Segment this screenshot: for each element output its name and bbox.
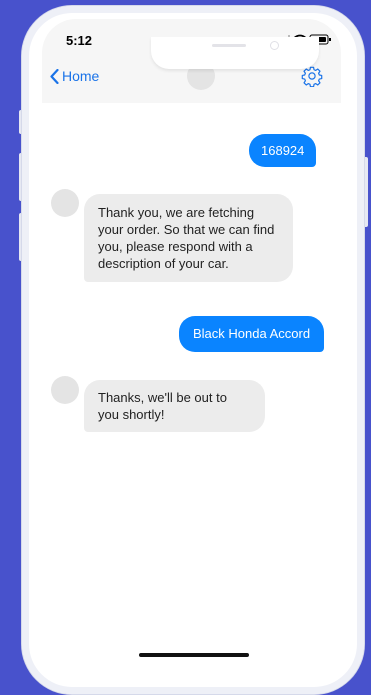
bot-avatar bbox=[51, 376, 79, 404]
back-button[interactable]: Home bbox=[50, 67, 99, 85]
status-time: 5:12 bbox=[66, 33, 93, 48]
back-label: Home bbox=[62, 68, 100, 84]
message-bubble-incoming: Thanks, we'll be out to you shortly! bbox=[84, 380, 265, 432]
message-bubble-outgoing: 168924 bbox=[249, 134, 317, 167]
front-camera bbox=[270, 41, 279, 50]
speaker-grille bbox=[212, 44, 246, 47]
home-indicator[interactable] bbox=[139, 653, 249, 657]
chevron-left-icon bbox=[50, 68, 59, 84]
bot-avatar bbox=[51, 189, 79, 217]
device-notch bbox=[151, 37, 319, 69]
message-bubble-outgoing: Black Honda Accord bbox=[179, 316, 325, 352]
message-bubble-incoming: Thank you, we are fetching your order. S… bbox=[84, 194, 293, 282]
phone-screen: 5:12 Home 168924 Thank you, we are fetch… bbox=[42, 19, 341, 682]
